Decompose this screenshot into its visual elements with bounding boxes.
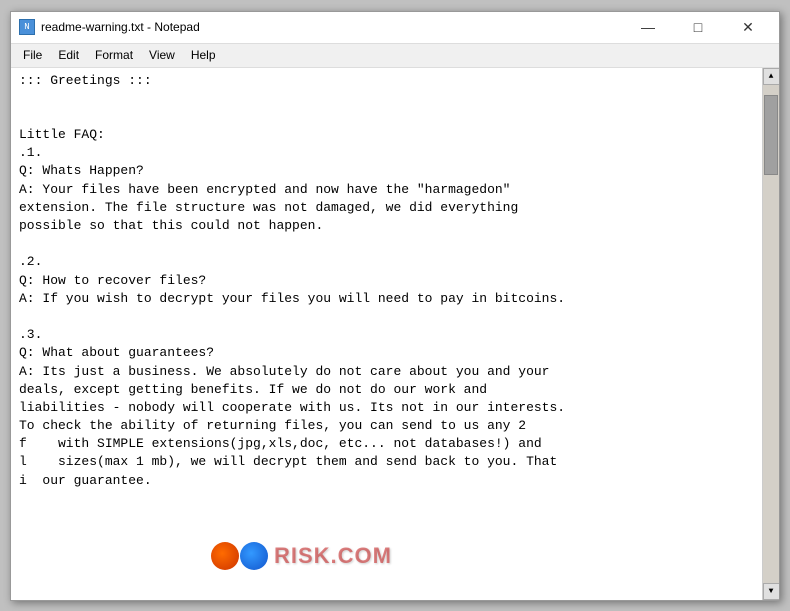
text-content[interactable]: ::: Greetings ::: Little FAQ: .1. Q: Wha… [11, 68, 762, 600]
title-bar: N readme-warning.txt - Notepad — □ ✕ [11, 12, 779, 44]
close-button[interactable]: ✕ [725, 13, 771, 41]
scroll-thumb[interactable] [764, 95, 778, 175]
content-wrapper: ::: Greetings ::: Little FAQ: .1. Q: Wha… [11, 68, 779, 600]
menu-bar: File Edit Format View Help [11, 44, 779, 68]
menu-help[interactable]: Help [183, 46, 224, 64]
scroll-up-arrow[interactable]: ▲ [763, 68, 780, 85]
notepad-icon: N [19, 19, 35, 35]
notepad-window: N readme-warning.txt - Notepad — □ ✕ Fil… [10, 11, 780, 601]
scroll-down-arrow[interactable]: ▼ [763, 583, 780, 600]
scroll-track[interactable] [763, 85, 779, 583]
window-title: readme-warning.txt - Notepad [41, 20, 200, 34]
title-bar-left: N readme-warning.txt - Notepad [19, 19, 200, 35]
menu-view[interactable]: View [141, 46, 183, 64]
scrollbar[interactable]: ▲ ▼ [762, 68, 779, 600]
menu-format[interactable]: Format [87, 46, 141, 64]
minimize-button[interactable]: — [625, 13, 671, 41]
maximize-button[interactable]: □ [675, 13, 721, 41]
title-buttons: — □ ✕ [625, 13, 771, 41]
menu-edit[interactable]: Edit [50, 46, 87, 64]
menu-file[interactable]: File [15, 46, 50, 64]
